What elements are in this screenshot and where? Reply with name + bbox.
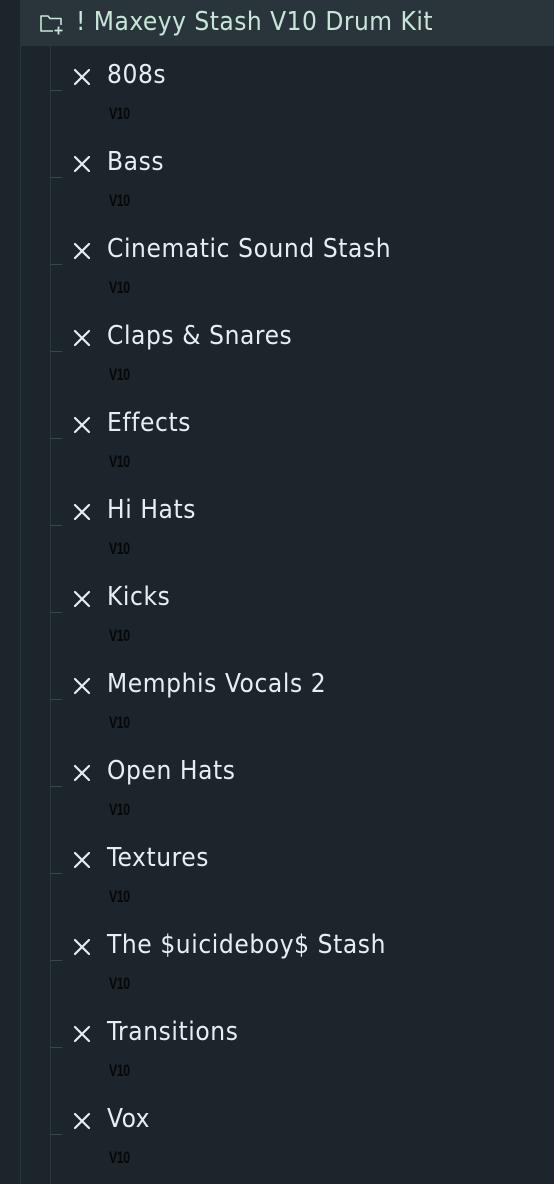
- item-tag: V10: [109, 800, 130, 819]
- list-item[interactable]: Textures V10: [0, 829, 554, 916]
- list-item[interactable]: Hi Hats V10: [0, 481, 554, 568]
- item-label: Transitions: [107, 1017, 239, 1047]
- item-label: Memphis Vocals 2: [107, 669, 327, 699]
- tree-branch: [50, 1047, 62, 1048]
- x-icon: [72, 502, 92, 522]
- item-tag: V10: [109, 974, 130, 993]
- list-item[interactable]: Bass V10: [0, 133, 554, 220]
- list-item[interactable]: The $uicideboy$ Stash V10: [0, 916, 554, 1003]
- folder-label: ! Maxeyy Stash V10 Drum Kit: [76, 7, 433, 37]
- item-label: Bass: [107, 147, 165, 177]
- item-label: Vox: [107, 1104, 151, 1134]
- item-tag: V10: [109, 452, 130, 471]
- item-tag: V10: [109, 278, 130, 297]
- item-tag: V10: [109, 1148, 130, 1167]
- x-icon: [72, 1111, 92, 1131]
- tree-branch: [50, 960, 62, 961]
- tree-branch: [50, 264, 62, 265]
- item-label: Textures: [107, 843, 210, 873]
- x-icon: [72, 415, 92, 435]
- x-icon: [72, 67, 92, 87]
- x-icon: [72, 328, 92, 348]
- item-tag: V10: [109, 539, 130, 558]
- item-tag: V10: [109, 626, 130, 645]
- x-icon: [72, 589, 92, 609]
- list-item[interactable]: Vox V10: [0, 1090, 554, 1177]
- tree-branch: [50, 177, 62, 178]
- x-icon: [72, 676, 92, 696]
- list-item[interactable]: Transitions V10: [0, 1003, 554, 1090]
- item-tag: V10: [109, 1061, 130, 1080]
- x-icon: [72, 937, 92, 957]
- item-tag: V10: [109, 365, 130, 384]
- item-label: Hi Hats: [107, 495, 197, 525]
- x-icon: [72, 763, 92, 783]
- item-label: Kicks: [107, 582, 171, 612]
- item-label: Claps & Snares: [107, 321, 293, 351]
- x-icon: [72, 850, 92, 870]
- item-label: 808s: [107, 60, 167, 90]
- sample-browser: ! Maxeyy Stash V10 Drum Kit 808s V10 Bas…: [0, 0, 554, 1184]
- folder-row[interactable]: ! Maxeyy Stash V10 Drum Kit: [21, 0, 554, 46]
- item-label: Open Hats: [107, 756, 236, 786]
- tree-branch: [50, 699, 62, 700]
- item-tag: V10: [109, 713, 130, 732]
- x-icon: [72, 241, 92, 261]
- list-item[interactable]: Cinematic Sound Stash V10: [0, 220, 554, 307]
- x-icon: [72, 1024, 92, 1044]
- item-tag: V10: [109, 104, 130, 123]
- list-item[interactable]: Kicks V10: [0, 568, 554, 655]
- item-label: Effects: [107, 408, 192, 438]
- tree-branch: [50, 612, 62, 613]
- tree-branch: [50, 438, 62, 439]
- tree-branch: [50, 90, 62, 91]
- list-item[interactable]: Memphis Vocals 2 V10: [0, 655, 554, 742]
- list-item[interactable]: Open Hats V10: [0, 742, 554, 829]
- tree-branch: [50, 525, 62, 526]
- item-tag: V10: [109, 887, 130, 906]
- folder-add-icon: [39, 12, 65, 36]
- item-tag: V10: [109, 191, 130, 210]
- tree-branch: [50, 351, 62, 352]
- tree-branch: [50, 873, 62, 874]
- list-item[interactable]: Effects V10: [0, 394, 554, 481]
- item-label: Cinematic Sound Stash: [107, 234, 392, 264]
- list-item[interactable]: Claps & Snares V10: [0, 307, 554, 394]
- list-item[interactable]: 808s V10: [0, 46, 554, 133]
- tree-branch: [50, 786, 62, 787]
- tree-branch: [50, 1134, 62, 1135]
- x-icon: [72, 154, 92, 174]
- item-label: The $uicideboy$ Stash: [107, 930, 387, 960]
